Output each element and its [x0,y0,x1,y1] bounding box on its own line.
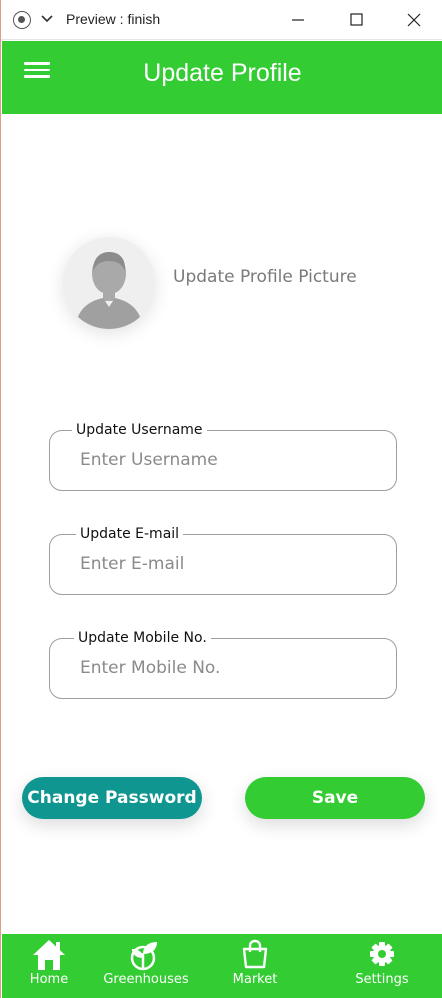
window-title: Preview : finish [66,11,161,27]
avatar[interactable] [63,237,155,329]
nav-item-greenhouses[interactable]: Greenhouses [100,934,192,998]
home-icon [33,940,65,970]
mobile-input[interactable] [80,653,380,683]
nav-item-home[interactable]: Home [14,934,84,998]
close-icon[interactable] [402,8,426,32]
minimize-icon[interactable] [287,8,311,32]
gear-icon [370,942,394,966]
chevron-down-icon[interactable] [39,8,55,28]
nav-label-home: Home [29,972,69,987]
nav-label-settings: Settings [355,972,409,987]
username-field: Update Username [49,421,397,491]
plant-icon [130,942,157,971]
username-input[interactable] [80,445,380,475]
shopping-bag-icon [242,939,268,969]
mobile-label: Update Mobile No. [74,629,211,647]
window-titlebar: Preview : finish [1,0,442,40]
email-field: Update E-mail [49,525,397,595]
app-header: Update Profile [2,41,442,114]
change-password-button[interactable]: Change Password [22,777,202,819]
app-window: Preview : finish Update Profile Update P… [0,0,442,998]
nav-label-market: Market [232,972,278,987]
page-title: Update Profile [143,59,302,87]
user-silhouette-icon [63,237,155,329]
save-button[interactable]: Save [245,777,425,819]
nav-item-market[interactable]: Market [217,934,293,998]
username-label: Update Username [72,421,207,439]
bottom-nav: Home Greenhouses Market Settings [2,934,442,998]
maximize-icon[interactable] [345,8,369,32]
mobile-field: Update Mobile No. [49,629,397,699]
email-label: Update E-mail [76,525,184,543]
record-icon[interactable] [13,11,31,29]
nav-item-settings[interactable]: Settings [347,934,417,998]
email-input[interactable] [80,549,380,579]
nav-label-greenhouses: Greenhouses [103,972,189,987]
update-profile-picture-link[interactable]: Update Profile Picture [173,267,357,287]
